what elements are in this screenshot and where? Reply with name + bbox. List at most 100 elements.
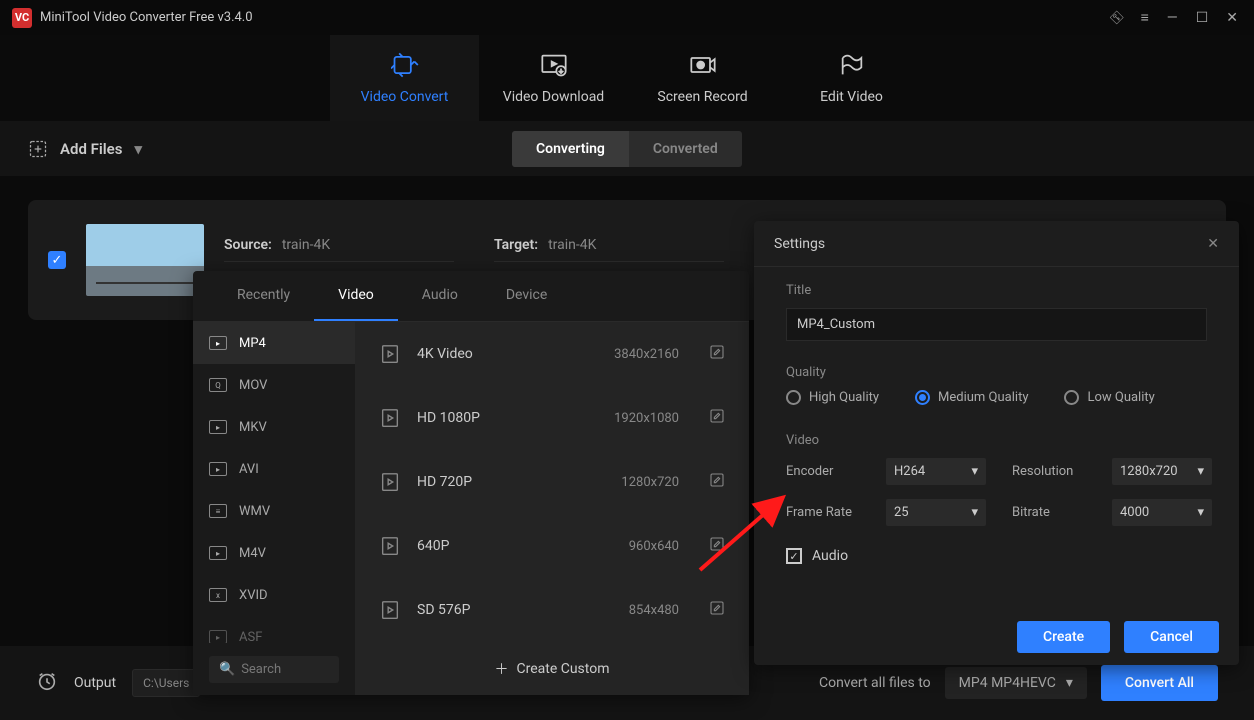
radio-medium-quality[interactable]: Medium Quality: [915, 390, 1028, 405]
preset-list[interactable]: 4K Video 3840x2160 HD 1080P 1920x1080 HD…: [355, 322, 749, 643]
nav-video-download[interactable]: Video Download: [479, 35, 628, 121]
file-play-icon: [379, 599, 401, 621]
chevron-down-icon[interactable]: ▾: [134, 140, 142, 158]
audio-checkbox-row[interactable]: ✓ Audio: [786, 548, 1207, 564]
encoder-select[interactable]: H264▾: [886, 458, 986, 485]
menu-icon[interactable]: ≡: [1141, 9, 1149, 26]
format-popup-footer: 🔍 Search ＋ Create Custom: [193, 643, 749, 695]
framerate-select[interactable]: 25▾: [886, 499, 986, 526]
tab-video[interactable]: Video: [314, 271, 398, 321]
format-xvid[interactable]: xXVID: [193, 574, 355, 616]
item-checkbox[interactable]: ✓: [48, 251, 66, 269]
audio-checkbox-label: Audio: [812, 548, 848, 564]
convert-all-label: Convert all files to: [819, 675, 931, 691]
preset-res: 960x640: [629, 539, 679, 554]
file-play-icon: [379, 407, 401, 429]
format-m4v[interactable]: ▸M4V: [193, 532, 355, 574]
preset-row[interactable]: HD 720P 1280x720: [355, 450, 749, 514]
convert-all-format-select[interactable]: MP4 MP4HEVC ▾: [945, 667, 1087, 699]
preset-res: 1920x1080: [614, 411, 679, 426]
radio-low-quality[interactable]: Low Quality: [1064, 390, 1154, 405]
plus-icon: ＋: [494, 659, 508, 679]
preset-res: 3840x2160: [614, 347, 679, 362]
edit-preset-icon[interactable]: [709, 600, 725, 620]
chevron-down-icon: ▾: [1197, 505, 1204, 520]
format-mp4[interactable]: ▸MP4: [193, 322, 355, 364]
nav-screen-record[interactable]: Screen Record: [628, 35, 777, 121]
checkbox-icon: ✓: [786, 548, 802, 564]
nav-label: Video Download: [503, 89, 604, 105]
file-play-icon: [379, 343, 401, 365]
schedule-icon[interactable]: [36, 670, 58, 696]
preset-row[interactable]: 640P 960x640: [355, 514, 749, 578]
tab-converting[interactable]: Converting: [512, 131, 629, 167]
tab-device[interactable]: Device: [482, 271, 571, 321]
file-play-icon: [379, 535, 401, 557]
output-path[interactable]: C:\Users: [132, 669, 200, 697]
bitrate-select[interactable]: 4000▾: [1112, 499, 1212, 526]
format-wmv[interactable]: ≡WMV: [193, 490, 355, 532]
preset-row[interactable]: 4K Video 3840x2160: [355, 322, 749, 386]
video-thumbnail[interactable]: [86, 224, 204, 296]
add-files-label: Add Files: [60, 140, 122, 158]
radio-high-quality[interactable]: High Quality: [786, 390, 879, 405]
file-play-icon: [379, 471, 401, 493]
format-asf[interactable]: ▸ASF: [193, 616, 355, 643]
maximize-icon[interactable]: ☐: [1196, 10, 1209, 26]
resolution-select[interactable]: 1280x720▾: [1112, 458, 1212, 485]
convert-all-button[interactable]: Convert All: [1101, 665, 1218, 701]
titlebar: VC MiniTool Video Converter Free v3.4.0 …: [0, 0, 1254, 35]
nav-video-convert[interactable]: Video Convert: [330, 35, 479, 121]
encoder-label: Encoder: [786, 464, 860, 479]
close-icon[interactable]: ✕: [1226, 10, 1238, 26]
format-icon: ▸: [209, 420, 227, 434]
close-icon[interactable]: ✕: [1207, 236, 1219, 252]
format-icon: ≡: [209, 504, 227, 518]
format-search-input[interactable]: 🔍 Search: [209, 656, 339, 683]
edit-preset-icon[interactable]: [709, 472, 725, 492]
format-avi[interactable]: ▸AVI: [193, 448, 355, 490]
chevron-down-icon: ▾: [971, 464, 978, 479]
format-mov[interactable]: QMOV: [193, 364, 355, 406]
settings-panel: Settings ✕ Title Quality High Quality Me…: [754, 221, 1239, 665]
quality-section-label: Quality: [786, 365, 1207, 380]
toolbar: Add Files ▾ Converting Converted: [0, 121, 1254, 176]
create-custom-button[interactable]: ＋ Create Custom: [355, 643, 749, 695]
download-icon: [540, 51, 568, 79]
tab-audio[interactable]: Audio: [398, 271, 482, 321]
video-section-label: Video: [786, 433, 1207, 448]
preset-res: 854x480: [629, 603, 679, 618]
preset-label: HD 720P: [417, 474, 605, 490]
format-mkv[interactable]: ▸MKV: [193, 406, 355, 448]
edit-preset-icon[interactable]: [709, 344, 725, 364]
settings-cancel-button[interactable]: Cancel: [1124, 621, 1219, 653]
add-files-button[interactable]: Add Files ▾: [28, 139, 142, 159]
window-controls: ⚿ ≡ — ☐ ✕: [1112, 9, 1242, 26]
format-sidebar[interactable]: ▸MP4 QMOV ▸MKV ▸AVI ≡WMV ▸M4V xXVID ▸ASF: [193, 322, 355, 643]
preset-label: 4K Video: [417, 346, 598, 362]
nav-label: Screen Record: [657, 89, 747, 105]
preset-row[interactable]: HD 1080P 1920x1080: [355, 386, 749, 450]
minimize-icon[interactable]: —: [1167, 10, 1178, 26]
main-nav: Video Convert Video Download Screen Reco…: [0, 35, 1254, 121]
preset-row[interactable]: SD 576P 854x480: [355, 578, 749, 642]
settings-create-button[interactable]: Create: [1017, 621, 1110, 653]
chevron-down-icon: ▾: [1197, 464, 1204, 479]
target-label: Target:: [494, 237, 538, 253]
tab-recently[interactable]: Recently: [213, 271, 314, 321]
edit-preset-icon[interactable]: [709, 408, 725, 428]
source-label: Source:: [224, 237, 272, 253]
format-icon: x: [209, 588, 227, 602]
edit-preset-icon[interactable]: [709, 536, 725, 556]
title-input[interactable]: [786, 308, 1207, 341]
search-placeholder: Search: [241, 662, 281, 677]
format-icon: Q: [209, 378, 227, 392]
tab-converted[interactable]: Converted: [629, 131, 742, 167]
nav-label: Edit Video: [820, 89, 883, 105]
output-label: Output: [74, 675, 116, 691]
convert-all-format-value: MP4 MP4HEVC: [959, 675, 1056, 691]
nav-edit-video[interactable]: Edit Video: [777, 35, 926, 121]
nav-label: Video Convert: [361, 89, 449, 105]
app-title: MiniTool Video Converter Free v3.4.0: [40, 10, 1112, 25]
settings-title: Settings: [774, 236, 825, 252]
